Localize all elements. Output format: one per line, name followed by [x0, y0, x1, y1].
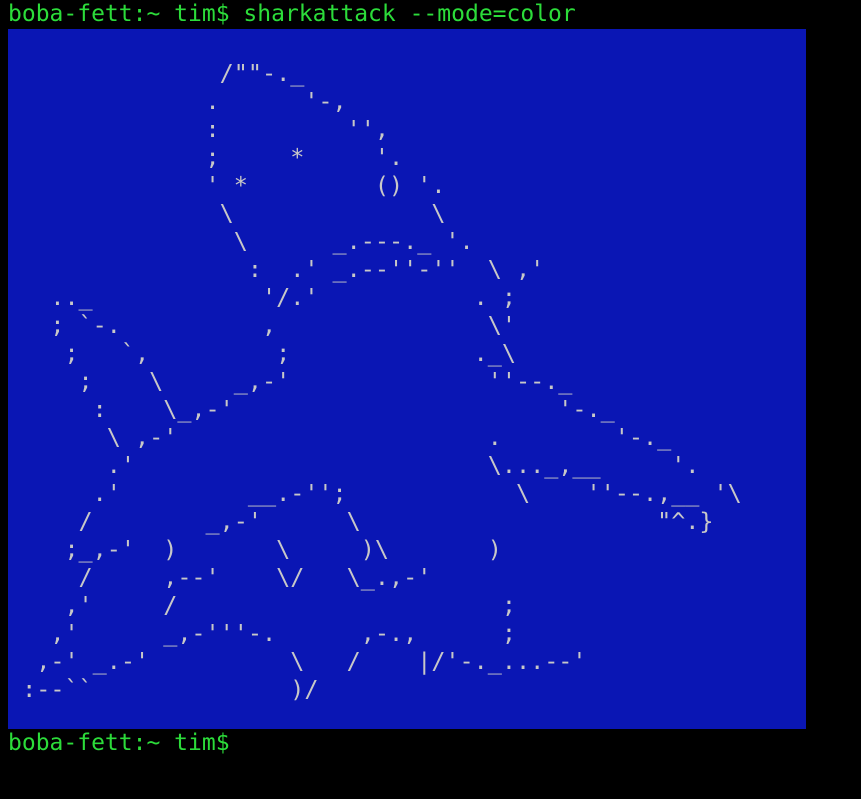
- ascii-art-line: / ,--' \/ \_.,-': [8, 563, 432, 591]
- ascii-art-line: ; \ _,-' ''--._: [8, 367, 573, 395]
- ascii-art-line: ; `-. , \': [8, 311, 516, 339]
- ascii-art-line: .' \..._,__ '.: [8, 451, 700, 479]
- ascii-art-line: ' * () '.: [8, 171, 446, 199]
- terminal-input-line[interactable]: boba-fett:~ tim$: [8, 729, 230, 757]
- ascii-art-line: . '-,: [8, 87, 347, 115]
- shark-ascii-art: /""-._ . '-, : '', ; * '. ' * () '. \ \ …: [8, 59, 742, 703]
- ascii-art-line: ; * '.: [8, 143, 404, 171]
- ascii-art-line: / _,-' \ "^.}: [8, 507, 714, 535]
- ascii-art-line: ; `, ; ._\: [8, 339, 516, 367]
- ascii-art-line: ,-' _.-' \ / |/'-._...--': [8, 647, 587, 675]
- ascii-art-line: : \_,-' '-._: [8, 395, 615, 423]
- ascii-art-line: : .' _.--''-'' \ ,': [8, 255, 545, 283]
- ascii-art-line: :--`` )/: [8, 675, 319, 703]
- ascii-art-line: : '',: [8, 115, 389, 143]
- ascii-art-canvas: /""-._ . '-, : '', ; * '. ' * () '. \ \ …: [8, 29, 806, 729]
- shell-command: sharkattack --mode=color: [243, 1, 576, 27]
- shell-prompt: boba-fett:~ tim$: [8, 1, 230, 27]
- ascii-art-line: /""-._: [8, 59, 305, 87]
- shell-prompt-bottom: boba-fett:~ tim$: [8, 730, 230, 756]
- ascii-art-line: ,' _,-'''-. ,-., ;: [8, 619, 516, 647]
- ascii-art-line: .._ '/.' . ;: [8, 283, 516, 311]
- ascii-art-line: ,' / ;: [8, 591, 516, 619]
- ascii-art-line: ;_,-' ) \ )\ ): [8, 535, 502, 563]
- ascii-art-line: .' __.-''; \ ''--.,__ '\: [8, 479, 742, 507]
- ascii-art-line: \ _.---._ '.: [8, 227, 474, 255]
- ascii-art-line: \ ,-' . '-._: [8, 423, 672, 451]
- terminal-command-line: boba-fett:~ tim$ sharkattack --mode=colo…: [8, 0, 576, 28]
- ascii-art-line: \ \: [8, 199, 446, 227]
